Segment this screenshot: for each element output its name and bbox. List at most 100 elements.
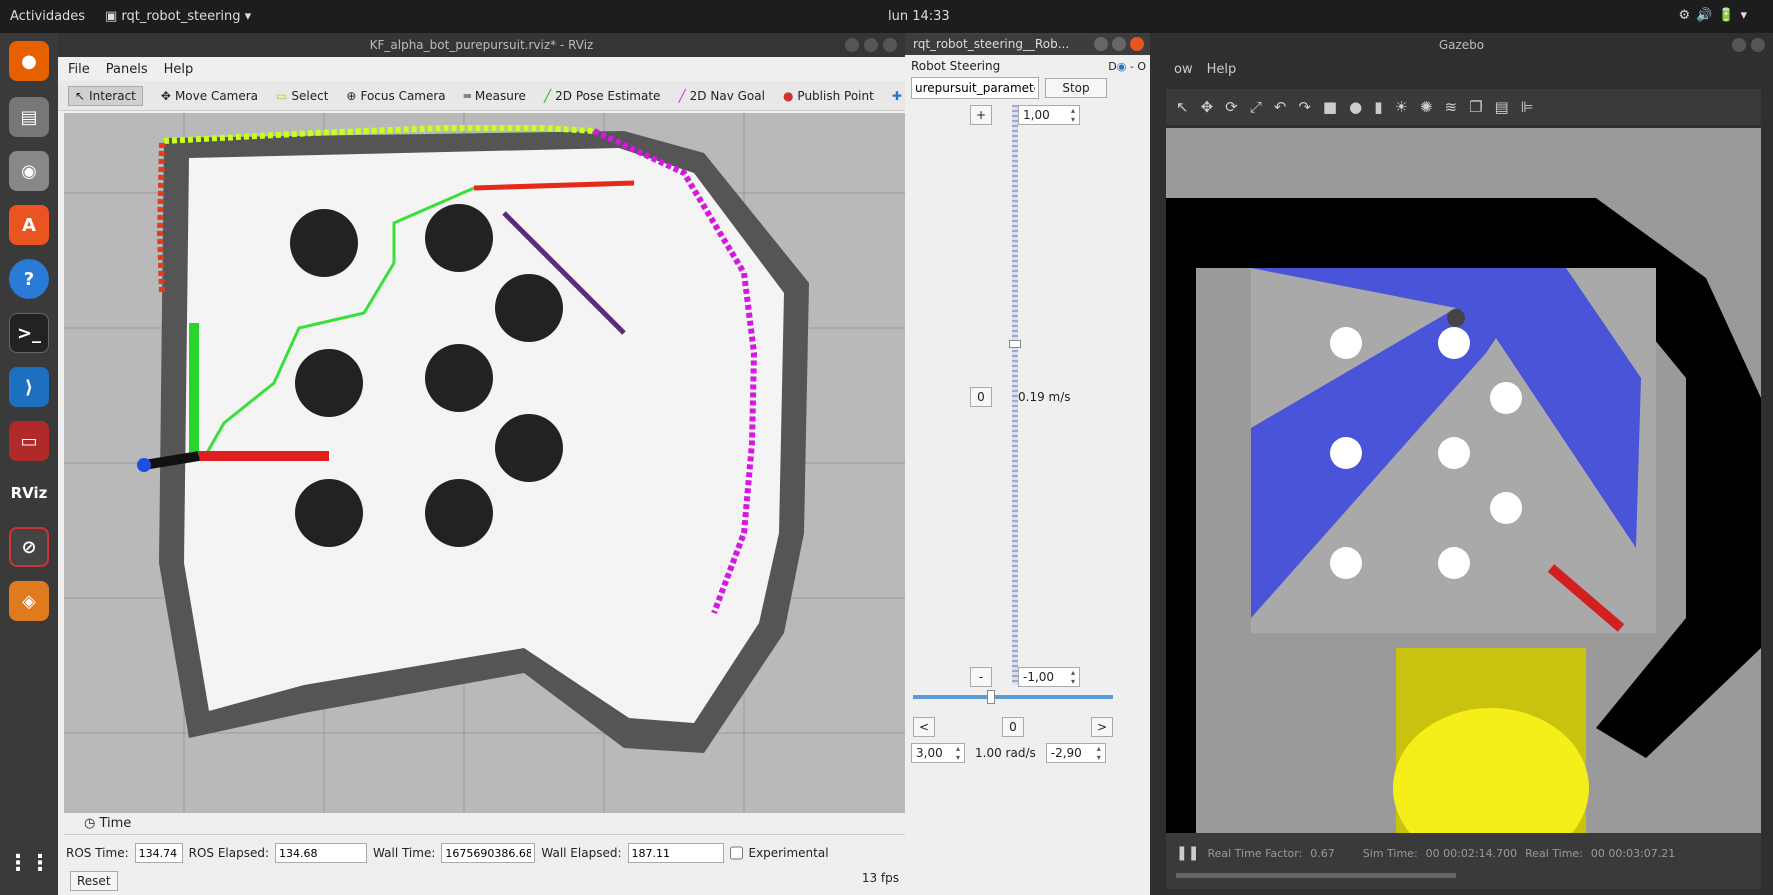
close-icon[interactable] xyxy=(1130,37,1144,51)
rqt-icon[interactable]: ⊘ xyxy=(9,527,49,567)
files-icon[interactable]: ▤ xyxy=(9,97,49,137)
tool-measure[interactable]: ═ Measure xyxy=(464,89,526,103)
firefox-icon[interactable]: ● xyxy=(9,41,49,81)
clock[interactable]: lun 14:33 xyxy=(888,9,950,24)
topic-input[interactable] xyxy=(911,77,1039,99)
app-grid-icon[interactable]: ⋮⋮ xyxy=(7,843,51,883)
experimental-checkbox[interactable] xyxy=(729,843,743,863)
rhythmbox-icon[interactable]: ◉ xyxy=(9,151,49,191)
tool-measure-label: Measure xyxy=(474,88,526,103)
tool-nav-goal[interactable]: ╱ 2D Nav Goal xyxy=(678,89,765,103)
topic-row: Stop xyxy=(911,77,1107,99)
stack-icon[interactable]: ◈ xyxy=(9,581,49,621)
tool-publish-point-label: Publish Point xyxy=(797,88,874,103)
gazebo-titlebar[interactable]: Gazebo xyxy=(1150,33,1773,57)
terminal-icon[interactable]: >_ xyxy=(9,313,49,353)
tool-move-camera[interactable]: ✥ Move Camera xyxy=(161,89,258,103)
rviz-3d-view[interactable] xyxy=(64,113,905,813)
linear-slider-handle[interactable] xyxy=(1009,339,1021,348)
close-icon[interactable] xyxy=(1751,38,1765,52)
minimize-icon[interactable] xyxy=(1094,37,1108,51)
menu-window[interactable]: ow xyxy=(1174,62,1193,77)
tool-interact-label: Interact xyxy=(89,88,136,103)
close-icon[interactable] xyxy=(883,38,897,52)
turn-right-button[interactable]: > xyxy=(1091,717,1113,737)
align-icon[interactable]: ⊫ xyxy=(1521,98,1534,116)
arrow-icon[interactable]: ↖ xyxy=(1176,98,1189,116)
min-linear-spinbox[interactable]: -1,00 xyxy=(1018,667,1080,687)
redo-icon[interactable]: ↷ xyxy=(1298,98,1311,116)
stop-button[interactable]: Stop xyxy=(1045,78,1107,98)
min-linear-row: - -1,00 xyxy=(970,667,1080,687)
angular-slider-handle[interactable] xyxy=(987,690,995,704)
rviz-icon[interactable]: RViz xyxy=(9,473,49,513)
tool-pose-estimate[interactable]: ╱ 2D Pose Estimate xyxy=(544,89,661,103)
copy-icon[interactable]: ❐ xyxy=(1469,98,1482,116)
ros-elapsed-field[interactable] xyxy=(275,843,368,863)
rqt-window: rqt_robot_steering__Rob... Robot Steerin… xyxy=(905,33,1150,895)
increase-linear-button[interactable]: + xyxy=(970,105,992,125)
activities-button[interactable]: Actividades xyxy=(10,9,85,24)
plugin-controls[interactable]: D◉ - O xyxy=(1108,60,1146,73)
wall-elapsed-field[interactable] xyxy=(627,843,724,863)
gazebo-scrollbar[interactable] xyxy=(1176,873,1456,878)
time-panel-title: Time xyxy=(99,816,132,831)
rviz-titlebar[interactable]: KF_alpha_bot_purepursuit.rviz* - RViz xyxy=(58,33,905,57)
zero-angular-button[interactable]: 0 xyxy=(1002,717,1024,737)
angular-slider-track[interactable] xyxy=(913,695,1113,699)
max-linear-row: + 1,00 xyxy=(970,105,1080,125)
cylinder-icon[interactable]: ▮ xyxy=(1374,98,1382,116)
gazebo-robot xyxy=(1447,309,1465,327)
maximize-icon[interactable] xyxy=(864,38,878,52)
menu-help[interactable]: Help xyxy=(1207,62,1237,77)
sphere-icon[interactable]: ● xyxy=(1349,98,1362,116)
vscode-icon[interactable]: ⟩ xyxy=(9,367,49,407)
gazebo-3d-view[interactable] xyxy=(1166,128,1761,833)
pin-icon: ● xyxy=(782,88,794,103)
scale-icon[interactable]: ⤢ xyxy=(1250,98,1262,116)
paste-icon[interactable]: ▤ xyxy=(1495,98,1509,116)
system-tray[interactable]: ⚙🔊🔋▾ xyxy=(1678,8,1753,23)
minimize-icon[interactable] xyxy=(845,38,859,52)
translate-icon[interactable]: ✥ xyxy=(1201,98,1214,116)
lines-icon[interactable]: ≋ xyxy=(1444,98,1457,116)
tool-focus-camera[interactable]: ⊕ Focus Camera xyxy=(346,89,445,103)
ros-time-field[interactable] xyxy=(134,843,183,863)
rviz-window: KF_alpha_bot_purepursuit.rviz* - RViz Fi… xyxy=(58,33,905,895)
spotlight-icon[interactable]: ✺ xyxy=(1420,98,1433,116)
undo-icon[interactable]: ↶ xyxy=(1274,98,1287,116)
display-icon[interactable]: ▭ xyxy=(9,421,49,461)
origin-y-axis xyxy=(189,323,199,453)
gazebo-scene[interactable] xyxy=(1166,128,1761,833)
menu-file[interactable]: File xyxy=(68,62,90,77)
zero-linear-button[interactable]: 0 xyxy=(970,387,992,407)
tool-publish-point[interactable]: ● Publish Point xyxy=(783,89,874,103)
wall-time-field[interactable] xyxy=(441,843,536,863)
min-angular-spinbox[interactable]: -2,90 xyxy=(1045,743,1106,763)
sun-icon[interactable]: ☀ xyxy=(1394,98,1407,116)
reset-button[interactable]: Reset xyxy=(70,871,118,891)
decrease-linear-button[interactable]: - xyxy=(970,667,992,687)
tool-nav-goal-label: 2D Nav Goal xyxy=(689,88,765,103)
menu-panels[interactable]: Panels xyxy=(106,62,148,77)
turn-left-button[interactable]: < xyxy=(913,717,935,737)
tool-interact[interactable]: ↖ Interact xyxy=(68,85,143,106)
box-icon[interactable]: ■ xyxy=(1323,98,1337,116)
pause-icon[interactable]: ❚❚ xyxy=(1176,845,1199,861)
ruler-icon: ═ xyxy=(463,88,471,103)
max-angular-spinbox[interactable]: 3,00 xyxy=(911,743,965,763)
rqt-titlebar[interactable]: rqt_robot_steering__Rob... xyxy=(905,33,1150,55)
tool-select[interactable]: ▭ Select xyxy=(276,89,328,103)
rotate-icon[interactable]: ⟳ xyxy=(1225,98,1238,116)
maximize-icon[interactable] xyxy=(1112,37,1126,51)
menu-help[interactable]: Help xyxy=(164,62,194,77)
software-icon[interactable]: A xyxy=(9,205,49,245)
minimize-icon[interactable] xyxy=(1732,38,1746,52)
help-icon[interactable]: ? xyxy=(9,259,49,299)
laser-scan-left xyxy=(156,142,165,294)
app-menu[interactable]: ▣ rqt_robot_steering ▾ xyxy=(105,9,251,24)
map-canvas[interactable] xyxy=(64,113,905,813)
add-tool-button[interactable]: ✚ xyxy=(892,89,902,103)
max-linear-spinbox[interactable]: 1,00 xyxy=(1018,105,1080,125)
time-row: ROS Time: ROS Elapsed: Wall Time: Wall E… xyxy=(64,835,905,871)
